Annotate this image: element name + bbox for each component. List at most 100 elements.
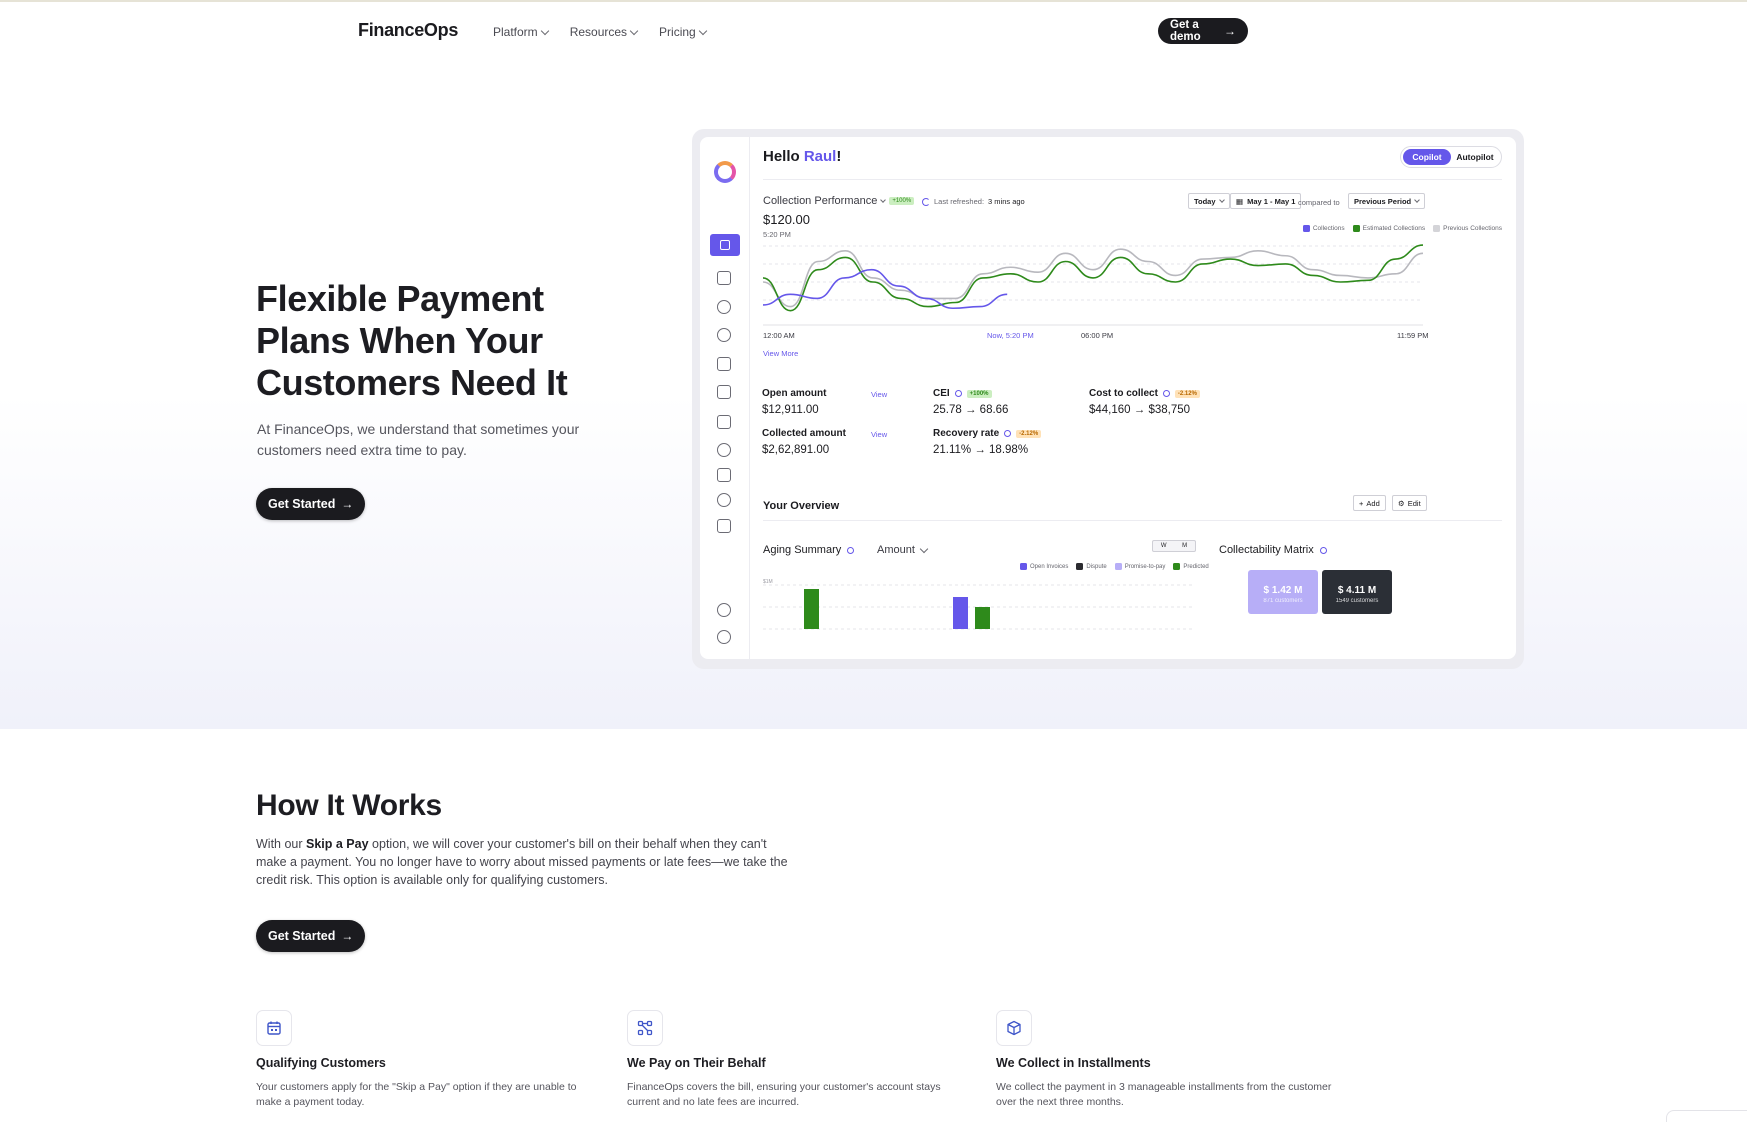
add-button[interactable]: + Add bbox=[1353, 495, 1386, 511]
refresh-label: Last refreshed: bbox=[934, 197, 985, 206]
arrow-right-icon: → bbox=[1224, 24, 1236, 38]
last-refreshed: Last refreshed: 3 mins ago bbox=[922, 197, 1025, 206]
financeops-logo[interactable]: FinanceOps bbox=[358, 20, 458, 41]
legend-label: Predicted bbox=[1183, 563, 1209, 570]
refresh-icon[interactable] bbox=[922, 197, 930, 206]
nav-links: Platform Resources Pricing bbox=[493, 25, 707, 39]
arrow-right-icon: → bbox=[341, 497, 354, 511]
nav-pricing[interactable]: Pricing bbox=[659, 25, 707, 39]
tile-value: $ 4.11 M bbox=[1337, 585, 1377, 596]
mode-toggle[interactable]: Copilot Autopilot bbox=[1400, 146, 1502, 168]
collectability-tile[interactable]: $ 1.42 M 871 customers bbox=[1248, 570, 1318, 614]
copilot-option[interactable]: Copilot bbox=[1403, 149, 1451, 165]
compare-period-select[interactable]: Previous Period bbox=[1348, 193, 1426, 209]
get-demo-button[interactable]: Get a demo → bbox=[1158, 18, 1248, 44]
step-description: FinanceOps covers the bill, ensuring you… bbox=[627, 1081, 941, 1108]
edit-button[interactable]: ⚙ Edit bbox=[1392, 495, 1427, 511]
x-tick-label: 06:00 PM bbox=[1081, 331, 1114, 340]
legend-item: Previous Collections bbox=[1433, 225, 1502, 232]
sync-icon[interactable] bbox=[717, 519, 731, 533]
customers-icon[interactable] bbox=[717, 300, 731, 314]
document-check-icon[interactable] bbox=[717, 385, 731, 399]
info-icon[interactable] bbox=[847, 546, 855, 554]
collectability-tile[interactable]: $ 4.11 M 1549 customers bbox=[1322, 570, 1392, 614]
cost-to-collect-text: Cost to collect bbox=[1089, 388, 1158, 399]
nav-platform[interactable]: Platform bbox=[493, 25, 549, 39]
info-icon[interactable] bbox=[1004, 430, 1012, 437]
aging-bar-open-invoices bbox=[953, 597, 968, 629]
collected-amount-label: Collected amount bbox=[762, 428, 846, 439]
week-month-toggle[interactable]: WM bbox=[1152, 540, 1196, 552]
chevron-down-icon bbox=[919, 544, 929, 553]
aging-legend: Open Invoices Dispute Promise-to-pay Pre… bbox=[1020, 563, 1209, 570]
chat-icon[interactable] bbox=[717, 328, 731, 342]
divider bbox=[763, 520, 1502, 521]
legend-item: Open Invoices bbox=[1020, 563, 1068, 570]
legend-swatch bbox=[1020, 563, 1027, 570]
collection-performance-title: Collection Performance bbox=[763, 195, 878, 207]
hiw-get-started-button[interactable]: Get Started → bbox=[256, 920, 366, 952]
how-it-works-title: How It Works bbox=[256, 789, 442, 822]
aging-amount-dropdown[interactable]: Amount bbox=[877, 544, 929, 556]
lock-icon[interactable] bbox=[717, 357, 731, 371]
hero-section: Flexible Payment Plans When Your Custome… bbox=[0, 60, 1747, 729]
gear-icon: ⚙ bbox=[1398, 498, 1405, 508]
nav-resources[interactable]: Resources bbox=[570, 25, 639, 39]
cei-value: 25.78 → 68.66 bbox=[933, 404, 1009, 416]
month-option[interactable]: M bbox=[1182, 543, 1187, 549]
week-option[interactable]: W bbox=[1161, 543, 1167, 549]
legend-swatch bbox=[1076, 563, 1084, 570]
recovery-rate-badge: -2.12% bbox=[1016, 429, 1042, 438]
step-description: Your customers apply for the "Skip a Pay… bbox=[256, 1081, 577, 1108]
aging-bar-predicted bbox=[975, 607, 990, 629]
dashboard-nav-icon[interactable] bbox=[710, 234, 740, 256]
period-value: Today bbox=[1194, 196, 1216, 206]
cei-label: CEI +100% bbox=[933, 388, 992, 399]
aging-summary-title: Aging Summary bbox=[763, 544, 855, 556]
dashboard-preview-frame: Hello Raul! Copilot Autopilot Collection… bbox=[692, 129, 1524, 669]
settings-icon[interactable] bbox=[717, 603, 731, 617]
get-started-label: Get Started bbox=[268, 497, 336, 511]
top-nav: FinanceOps Platform Resources Pricing Ge… bbox=[358, 16, 1248, 46]
tile-sub: 871 customers bbox=[1263, 598, 1303, 604]
step-title: We Collect in Installments bbox=[996, 1056, 1151, 1070]
recovery-rate-value: 21.11% → 18.98% bbox=[933, 444, 1029, 456]
get-started-label: Get Started bbox=[268, 929, 336, 943]
info-icon[interactable] bbox=[1162, 390, 1170, 397]
get-demo-label: Get a demo bbox=[1170, 19, 1201, 43]
divider bbox=[763, 179, 1502, 180]
user-name: Raul bbox=[803, 148, 837, 165]
top-border bbox=[0, 0, 1747, 2]
contact-icon[interactable] bbox=[717, 415, 731, 429]
legend-swatch bbox=[1433, 225, 1441, 232]
cost-to-collect-label: Cost to collect -2.12% bbox=[1089, 388, 1200, 399]
autopilot-option[interactable]: Autopilot bbox=[1451, 149, 1499, 165]
clipboard-icon[interactable] bbox=[717, 468, 731, 482]
arrow-right-icon: → bbox=[341, 929, 354, 943]
legend-label: Dispute bbox=[1086, 563, 1107, 570]
step-description: We collect the payment in 3 manageable i… bbox=[996, 1081, 1332, 1108]
compare-period-value: Previous Period bbox=[1354, 196, 1412, 206]
invoice-icon[interactable] bbox=[717, 271, 731, 285]
collection-performance-dropdown[interactable]: Collection Performance +100% bbox=[763, 195, 915, 207]
date-range-select[interactable]: ▦ May 1 - May 1 bbox=[1230, 193, 1302, 209]
collected-amount-view-link[interactable]: View bbox=[871, 430, 887, 439]
info-icon[interactable] bbox=[1319, 546, 1327, 554]
headset-icon[interactable] bbox=[717, 443, 731, 457]
legend-label: Promise-to-pay bbox=[1124, 563, 1166, 570]
open-amount-view-link[interactable]: View bbox=[871, 390, 887, 399]
recovery-rate-text: Recovery rate bbox=[933, 428, 1000, 439]
greeting-end: ! bbox=[836, 148, 842, 165]
info-icon[interactable] bbox=[954, 390, 962, 397]
hero-get-started-button[interactable]: Get Started → bbox=[256, 488, 366, 520]
view-more-link[interactable]: View More bbox=[763, 349, 798, 358]
pie-chart-icon[interactable] bbox=[717, 493, 731, 507]
x-tick-label: Now, 5:20 PM bbox=[987, 331, 1034, 340]
notifications-icon[interactable] bbox=[717, 630, 731, 644]
chat-widget[interactable] bbox=[1666, 1110, 1747, 1122]
collected-amount-text: Collected amount bbox=[762, 428, 846, 439]
period-select[interactable]: Today bbox=[1188, 193, 1230, 209]
open-amount-text: Open amount bbox=[762, 388, 827, 399]
hiw-text-bold: Skip a Pay bbox=[306, 837, 369, 851]
aging-summary-chart: $1M bbox=[763, 579, 1195, 630]
